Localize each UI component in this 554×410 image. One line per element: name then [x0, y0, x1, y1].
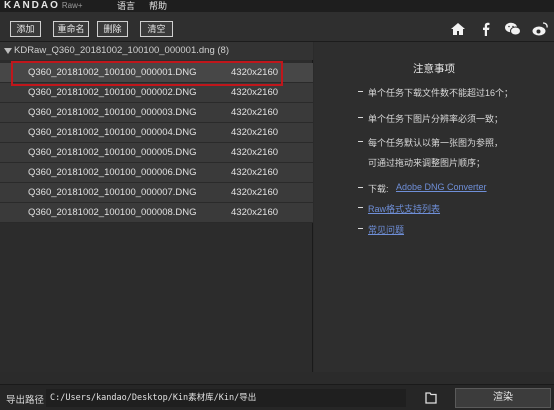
folder-icon[interactable] [422, 389, 440, 407]
bullet-dash [358, 91, 363, 92]
file-name: Q360_20181002_100100_000002.DNG [28, 87, 197, 98]
toolbar: 添加 重命名 删除 清空 [0, 12, 554, 42]
file-name: Q360_20181002_100100_000006.DNG [28, 167, 197, 178]
file-group-header[interactable]: KDRaw_Q360_20181002_100100_000001.dng (8… [0, 42, 313, 60]
file-resolution: 4320x2160 [231, 107, 279, 118]
file-resolution: 4320x2160 [231, 167, 279, 178]
file-row[interactable]: Q360_20181002_100100_000003.DNG 4320x216… [0, 103, 313, 123]
bullet-dash [358, 228, 363, 229]
file-name: Q360_20181002_100100_000003.DNG [28, 107, 197, 118]
export-path-label: 导出路径 [6, 395, 45, 406]
file-resolution: 4320x2160 [231, 87, 279, 98]
wechat-icon[interactable] [504, 20, 522, 38]
menu-language[interactable]: 语言 [117, 0, 135, 12]
file-name: Q360_20181002_100100_000007.DNG [28, 187, 197, 198]
app-logo-text: KANDAO [4, 0, 60, 11]
file-name: Q360_20181002_100100_000004.DNG [28, 127, 197, 138]
rename-button[interactable]: 重命名 [53, 21, 89, 37]
menu-help[interactable]: 帮助 [149, 0, 167, 12]
bullet-dash [358, 141, 363, 142]
file-row[interactable]: Q360_20181002_100100_000006.DNG 4320x216… [0, 163, 313, 183]
app-logo: KANDAO Raw+ [4, 0, 83, 12]
export-path-field[interactable]: C:/Users/kandao/Desktop/Kin素材库/Kin/导出 [46, 389, 406, 407]
bullet-dash [358, 187, 363, 188]
add-button[interactable]: 添加 [10, 21, 41, 37]
note-item: 单个任务下载文件数不能超过16个； [368, 88, 514, 98]
dng-converter-link[interactable]: Adobe DNG Converter [396, 182, 487, 192]
collapse-triangle-icon[interactable] [4, 48, 12, 54]
note-item: 可通过拖动来调整图片顺序； [368, 158, 486, 168]
facebook-icon[interactable] [477, 20, 495, 38]
download-label: 下载: [368, 184, 389, 194]
render-button[interactable]: 渲染 [455, 388, 551, 408]
file-resolution: 4320x2160 [231, 147, 279, 158]
weibo-icon[interactable] [531, 20, 549, 38]
file-row[interactable]: Q360_20181002_100100_000005.DNG 4320x216… [0, 143, 313, 163]
file-group-title: KDRaw_Q360_20181002_100100_000001.dng (8… [14, 42, 229, 60]
file-row[interactable]: Q360_20181002_100100_000008.DNG 4320x216… [0, 203, 313, 223]
export-bar: 导出路径 C:/Users/kandao/Desktop/Kin素材库/Kin/… [0, 384, 554, 410]
notes-panel: 注意事项 单个任务下载文件数不能超过16个； 单个任务下图片分辨率必须一致； 每… [314, 42, 554, 372]
bullet-dash [358, 117, 363, 118]
file-group-name: KDRaw_Q360_20181002_100100_000001.dng [14, 45, 215, 56]
clear-button[interactable]: 清空 [140, 21, 173, 37]
title-bar: KANDAO Raw+ 语言 帮助 [0, 0, 554, 12]
selection-highlight [11, 61, 283, 86]
file-name: Q360_20181002_100100_000005.DNG [28, 147, 197, 158]
notes-title: 注意事项 [413, 63, 455, 75]
bullet-dash [358, 207, 363, 208]
note-item: 每个任务默认以第一张图为参照， [368, 138, 504, 148]
file-list-panel: KDRaw_Q360_20181002_100100_000001.dng (8… [0, 42, 313, 372]
file-resolution: 4320x2160 [231, 127, 279, 138]
file-resolution: 4320x2160 [231, 187, 279, 198]
home-icon[interactable] [449, 20, 467, 38]
file-resolution: 4320x2160 [231, 207, 279, 218]
faq-link[interactable]: 常见问题 [368, 223, 404, 236]
note-item: 单个任务下图片分辨率必须一致； [368, 114, 504, 124]
app-logo-suffix: Raw+ [61, 1, 83, 10]
raw-format-list-link[interactable]: Raw格式支持列表 [368, 202, 440, 215]
file-group-count: (8) [217, 45, 229, 56]
delete-button[interactable]: 删除 [97, 21, 128, 37]
file-row[interactable]: Q360_20181002_100100_000007.DNG 4320x216… [0, 183, 313, 203]
file-name: Q360_20181002_100100_000008.DNG [28, 207, 197, 218]
file-row[interactable]: Q360_20181002_100100_000002.DNG 4320x216… [0, 83, 313, 103]
file-row[interactable]: Q360_20181002_100100_000004.DNG 4320x216… [0, 123, 313, 143]
